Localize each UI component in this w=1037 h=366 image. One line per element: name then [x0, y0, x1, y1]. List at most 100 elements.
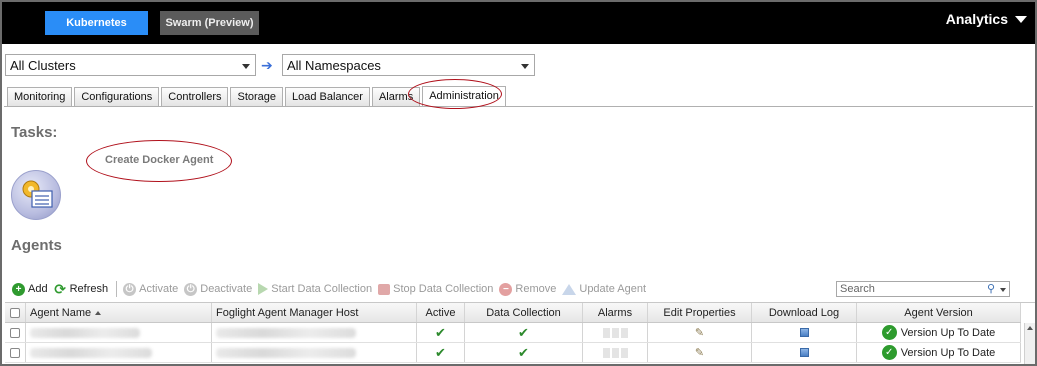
swarm-preview-button[interactable]: Swarm (Preview) — [160, 11, 259, 35]
agent-settings-icon[interactable] — [11, 170, 61, 220]
start-data-collection-button[interactable]: Start Data Collection — [258, 283, 372, 295]
download-log-cell — [752, 343, 857, 362]
agents-heading: Agents — [11, 237, 62, 254]
alarm-indicator[interactable] — [611, 327, 619, 338]
power-icon: ⏻ — [123, 282, 137, 296]
col-edit-properties[interactable]: Edit Properties — [648, 303, 752, 322]
select-all-checkbox[interactable] — [10, 307, 20, 318]
col-agent-version[interactable]: Agent Version — [857, 303, 1021, 322]
col-active-label: Active — [425, 306, 456, 319]
row-checkbox[interactable] — [10, 327, 20, 338]
agent-name-cell — [26, 323, 212, 342]
tab-divider — [4, 106, 1033, 107]
agent-version-text: Version Up To Date — [900, 326, 996, 339]
analytics-menu[interactable]: Analytics — [946, 11, 1027, 27]
alarm-indicator[interactable] — [620, 327, 628, 338]
alarm-indicator[interactable] — [602, 327, 610, 338]
tab-controllers[interactable]: Controllers — [161, 87, 229, 106]
alarm-indicator[interactable] — [602, 347, 610, 358]
col-alarms-label: Alarms — [597, 306, 633, 319]
namespaces-select-value: All Namespaces — [287, 58, 381, 73]
edit-properties-cell: ✎ — [648, 343, 752, 362]
col-alarms[interactable]: Alarms — [583, 303, 648, 322]
tab-administration[interactable]: Administration — [422, 86, 506, 106]
stop-data-collection-button[interactable]: Stop Data Collection — [378, 283, 493, 295]
chevron-down-icon — [1015, 15, 1027, 23]
stop-icon — [378, 283, 391, 295]
data-collection-cell: ✔ — [465, 323, 583, 342]
alarm-indicator[interactable] — [611, 347, 619, 358]
redacted-agent-name — [30, 347, 152, 358]
kubernetes-button[interactable]: Kubernetes — [45, 11, 148, 35]
add-button[interactable]: + Add — [12, 282, 48, 296]
refresh-label: Refresh — [69, 283, 109, 295]
search-icon[interactable]: ⚲ — [987, 282, 995, 295]
edit-icon[interactable]: ✎ — [695, 346, 704, 359]
tab-configurations[interactable]: Configurations — [74, 87, 160, 106]
edit-icon[interactable]: ✎ — [695, 326, 704, 339]
alarm-indicator[interactable] — [620, 347, 628, 358]
col-data-collection[interactable]: Data Collection — [465, 303, 583, 322]
sort-ascending-icon — [95, 310, 102, 315]
tasks-heading: Tasks: — [11, 124, 58, 141]
top-bar: Kubernetes Swarm (Preview) Analytics — [2, 2, 1035, 44]
checkmark-icon: ✔ — [518, 324, 529, 340]
download-log-icon[interactable] — [799, 348, 809, 357]
start-collection-label: Start Data Collection — [271, 283, 373, 295]
redacted-host — [216, 327, 356, 338]
download-log-icon[interactable] — [799, 328, 809, 337]
tab-alarms[interactable]: Alarms — [371, 87, 421, 106]
agents-table: Agent Name Foglight Agent Manager Host A… — [5, 302, 1035, 364]
col-agent-name[interactable]: Agent Name — [26, 303, 212, 322]
col-active[interactable]: Active — [417, 303, 465, 322]
check-circle-icon: ✓ — [881, 345, 897, 360]
chevron-down-icon — [521, 64, 529, 69]
update-agent-label: Update Agent — [579, 283, 647, 295]
create-docker-agent-link[interactable]: Create Docker Agent — [105, 154, 213, 166]
deactivate-label: Deactivate — [200, 283, 253, 295]
table-row[interactable]: ✔ ✔ ✎ ✓ Version Up To Date — [5, 323, 1021, 343]
col-download-log[interactable]: Download Log — [752, 303, 857, 322]
row-select-cell — [5, 343, 26, 362]
arrow-up-icon — [562, 283, 577, 295]
agent-version-cell: ✓ Version Up To Date — [857, 343, 1021, 362]
tab-monitoring[interactable]: Monitoring — [7, 87, 73, 106]
select-all-cell — [5, 303, 26, 322]
refresh-button[interactable]: ⟳ Refresh — [54, 280, 109, 297]
power-off-icon: ⏻ — [184, 282, 198, 296]
search-input[interactable]: Search ⚲ — [836, 281, 1010, 297]
table-row[interactable]: ✔ ✔ ✎ ✓ Version Up To Date — [5, 343, 1021, 363]
search-placeholder: Search — [840, 283, 875, 295]
refresh-icon: ⟳ — [54, 280, 66, 297]
namespaces-select[interactable]: All Namespaces — [282, 54, 535, 76]
data-collection-cell: ✔ — [465, 343, 583, 362]
check-circle-icon: ✓ — [881, 325, 897, 340]
deactivate-button[interactable]: ⏻ Deactivate — [184, 282, 253, 296]
col-host[interactable]: Foglight Agent Manager Host — [212, 303, 417, 322]
table-header: Agent Name Foglight Agent Manager Host A… — [5, 303, 1021, 323]
activate-button[interactable]: ⏻ Activate — [123, 282, 178, 296]
col-data-collection-label: Data Collection — [486, 306, 561, 319]
tab-storage[interactable]: Storage — [230, 87, 284, 106]
active-cell: ✔ — [417, 343, 465, 362]
row-checkbox[interactable] — [10, 347, 20, 358]
table-scrollbar[interactable] — [1024, 323, 1035, 364]
redacted-agent-name — [30, 327, 140, 338]
host-cell — [212, 323, 417, 342]
chevron-down-icon[interactable] — [1000, 288, 1006, 292]
checkmark-icon: ✔ — [518, 344, 529, 360]
arrow-right-icon: ➔ — [261, 57, 273, 73]
alarms-cell — [583, 323, 648, 342]
tab-bar: Monitoring Configurations Controllers St… — [7, 86, 506, 106]
chevron-down-icon — [242, 64, 250, 69]
scroll-up-icon[interactable] — [1027, 326, 1033, 330]
tab-load-balancer[interactable]: Load Balancer — [285, 87, 370, 106]
col-host-label: Foglight Agent Manager Host — [216, 306, 359, 319]
agent-version-text: Version Up To Date — [900, 346, 996, 359]
clusters-select[interactable]: All Clusters — [5, 54, 256, 76]
remove-button[interactable]: − Remove — [499, 282, 556, 296]
toolbar-divider — [116, 281, 118, 297]
agent-name-cell — [26, 343, 212, 362]
active-cell: ✔ — [417, 323, 465, 342]
update-agent-button[interactable]: Update Agent — [562, 283, 646, 295]
